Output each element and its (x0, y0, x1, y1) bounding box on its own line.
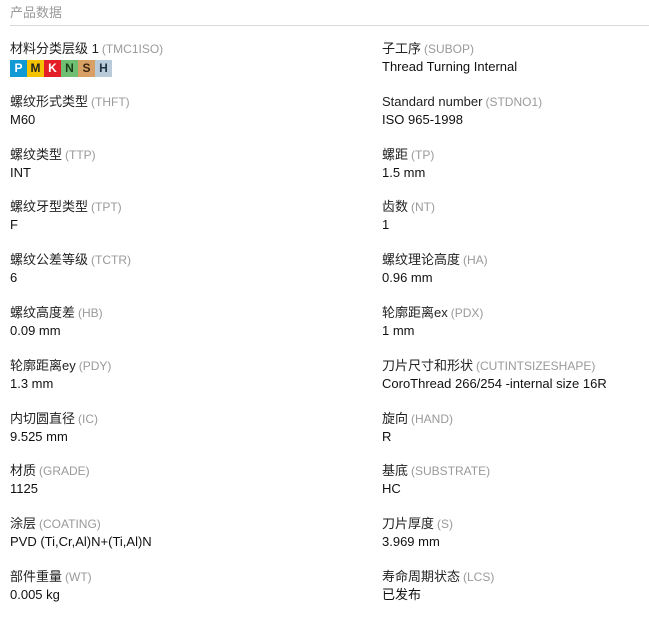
attr-value: 0.96 mm (382, 270, 433, 286)
attr-label: 刀片尺寸和形状 (CUTINTSIZESHAPE) (382, 357, 596, 373)
attr-code: (TMC1ISO) (101, 42, 164, 56)
iso-group-k-badge: K (44, 60, 61, 77)
attr-value: 0.09 mm (10, 322, 61, 338)
product-data-grid: 材料分类层级 1 (TMC1ISO) P M K N S H 子工序 (SUBOP)… (10, 41, 649, 622)
attr-code: (CUTINTSIZESHAPE) (476, 358, 596, 373)
attr-label: 螺距 (TP) (382, 146, 435, 162)
attr-label: 螺纹理论高度 (HA) (382, 252, 488, 268)
iso-group-s-badge: S (78, 60, 95, 77)
attr-code: (COATING) (39, 517, 101, 532)
attr-value: 1 mm (382, 322, 415, 338)
attr-code: (S) (437, 517, 454, 532)
iso-group-h-badge: H (95, 60, 112, 77)
attr-stdno1: Standard number (STDNO1) ISO 965-1998 (382, 94, 649, 147)
attr-label: 螺纹类型 (TTP) (10, 146, 96, 162)
attr-value: Thread Turning Internal (382, 59, 518, 74)
attr-label: 内切圆直径 (IC) (10, 410, 99, 426)
attr-value: M60 (10, 111, 36, 127)
attr-code: (STDNO1) (485, 94, 543, 109)
attr-tpt: 螺纹牙型类型 (TPT) F (10, 199, 382, 252)
attr-substrate: 基底 (SUBSTRATE) HC (382, 463, 649, 516)
attr-coating: 涂层 (COATING) PVD (Ti,Cr,Al)N+(Ti,Al)N (10, 516, 382, 569)
attr-value: 9.525 mm (10, 428, 68, 444)
attr-hb: 螺纹高度差 (HB) 0.09 mm (10, 305, 382, 358)
attr-label: 螺纹形式类型 (THFT) (10, 93, 130, 109)
attr-value: 已发布 (382, 586, 422, 602)
attr-code: (THFT) (91, 94, 130, 109)
attr-s: 刀片厚度 (S) 3.969 mm (382, 516, 649, 569)
attr-tctr: 螺纹公差等级 (TCTR) 6 (10, 252, 382, 305)
attr-code: (TTP) (65, 147, 96, 162)
attr-pdy: 轮廓距离ey (PDY) 1.3 mm (10, 358, 382, 411)
attr-code: (PDX) (450, 305, 484, 320)
attr-code: (TCTR) (91, 253, 131, 268)
attr-value: 1125 (10, 481, 38, 497)
attr-label: 螺纹公差等级 (TCTR) (10, 252, 131, 268)
attr-label: 轮廓距离ex (PDX) (382, 304, 484, 320)
attr-value: 0.005 kg (10, 586, 60, 602)
attr-value: R (382, 428, 392, 444)
attr-label: 寿命周期状态 (LCS) (382, 568, 495, 584)
attr-tp: 螺距 (TP) 1.5 mm (382, 147, 649, 200)
attr-hand: 旋向 (HAND) R (382, 411, 649, 464)
attr-code: (HB) (78, 305, 103, 320)
attr-cutintsizeshape: 刀片尺寸和形状 (CUTINTSIZESHAPE) CoroThread 266/… (382, 358, 649, 411)
attr-code: (PDY) (78, 358, 112, 373)
attr-label: 轮廓距离ey (PDY) (10, 357, 112, 373)
iso-group-p-badge: P (10, 60, 27, 77)
attr-subop: 子工序 (SUBOP) Thread Turning Internal (382, 41, 649, 94)
attr-code: (WT) (65, 569, 92, 584)
attr-value: 1.5 mm (382, 164, 426, 180)
attr-label: 齿数 (NT) (382, 199, 436, 215)
attr-value: INT (10, 164, 31, 180)
attr-value: ISO 965-1998 (382, 111, 463, 127)
attr-label: Standard number (STDNO1) (382, 93, 543, 109)
attr-label: 螺纹牙型类型 (TPT) (10, 199, 122, 215)
attr-value: 1.3 mm (10, 375, 54, 391)
attr-ha: 螺纹理论高度 (HA) 0.96 mm (382, 252, 649, 305)
attr-tmc1iso: 材料分类层级 1 (TMC1ISO) P M K N S H (10, 41, 382, 94)
iso-group-m-badge: M (27, 60, 44, 77)
attr-ic: 内切圆直径 (IC) 9.525 mm (10, 411, 382, 464)
iso-material-groups: P M K N S H (10, 60, 382, 77)
attr-label: 旋向 (HAND) (382, 410, 454, 426)
section-title: 产品数据 (10, 5, 63, 20)
attr-value: 3.969 mm (382, 534, 440, 550)
attr-grade: 材质 (GRADE) 1125 (10, 463, 382, 516)
section-header: 产品数据 (10, 0, 649, 26)
attr-label: 材料分类层级 1 (TMC1ISO) (10, 41, 164, 56)
attr-ttp: 螺纹类型 (TTP) INT (10, 147, 382, 200)
attr-code: (TPT) (91, 200, 122, 215)
attr-value: 6 (10, 270, 18, 286)
attr-code: (HAND) (411, 411, 454, 426)
attr-code: (SUBSTRATE) (411, 464, 491, 479)
attr-label: 螺纹高度差 (HB) (10, 304, 103, 320)
attr-label: 涂层 (COATING) (10, 516, 101, 532)
attr-value: 1 (382, 217, 390, 233)
attr-code: (HA) (463, 253, 488, 268)
attr-thft: 螺纹形式类型 (THFT) M60 (10, 94, 382, 147)
attr-value: F (10, 217, 18, 233)
iso-group-n-badge: N (61, 60, 78, 77)
attr-lcs: 寿命周期状态 (LCS) 已发布 (382, 569, 649, 622)
attr-label: 基底 (SUBSTRATE) (382, 463, 491, 479)
attr-value: HC (382, 481, 401, 497)
attr-code: (GRADE) (39, 464, 90, 479)
attr-wt: 部件重量 (WT) 0.005 kg (10, 569, 382, 622)
attr-label: 部件重量 (WT) (10, 568, 92, 584)
attr-code: (NT) (411, 200, 436, 215)
attr-value: PVD (Ti,Cr,Al)N+(Ti,Al)N (10, 534, 152, 550)
attr-pdx: 轮廓距离ex (PDX) 1 mm (382, 305, 649, 358)
attr-code: (IC) (78, 411, 99, 426)
attr-code: (TP) (411, 147, 435, 162)
attr-value: CoroThread 266/254 -internal size 16R (382, 375, 607, 391)
attr-label: 刀片厚度 (S) (382, 516, 454, 532)
attr-code: (SUBOP) (424, 42, 475, 56)
attr-label: 材质 (GRADE) (10, 463, 90, 479)
attr-code: (LCS) (463, 569, 495, 584)
attr-nt: 齿数 (NT) 1 (382, 199, 649, 252)
attr-label: 子工序 (SUBOP) (382, 41, 475, 56)
